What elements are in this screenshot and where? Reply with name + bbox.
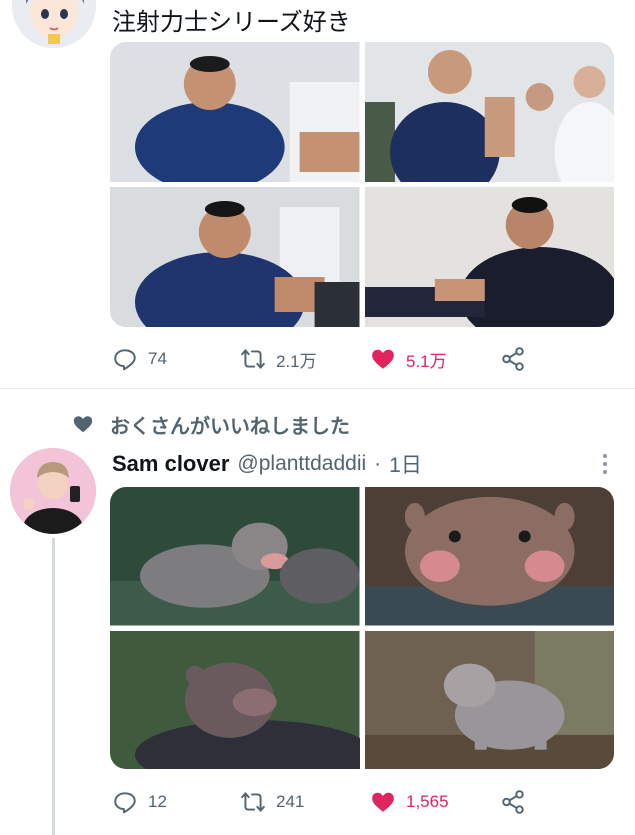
thread-line [52,538,55,835]
retweet-button[interactable]: 241 [240,787,304,817]
like-button[interactable]: 5.1万 [370,344,447,374]
social-context-label: おくさんがいいねしました [110,413,350,438]
reply-button[interactable]: 74 [112,344,167,374]
retweet-icon [241,349,265,369]
tweet-image[interactable] [110,42,360,182]
share-icon [502,347,524,371]
reply-icon [114,349,136,371]
heart-icon [372,792,394,812]
social-context[interactable]: おくさんがいいねしました [72,410,350,438]
like-count: 1,565 [406,792,449,811]
timestamp[interactable]: 1日 [389,449,422,479]
tweet-image[interactable] [110,487,360,626]
share-button[interactable] [500,787,526,817]
tweet-image[interactable] [364,487,614,626]
tweet-image[interactable] [110,187,360,327]
share-button[interactable] [500,344,526,374]
handle[interactable]: @planttdaddii [237,452,366,476]
reply-button[interactable]: 12 [112,787,167,817]
display-name[interactable]: Sam clover [112,451,229,477]
tweet-text: 注射力士シリーズ好き [112,8,351,36]
separator: · [374,452,382,475]
reply-count: 74 [148,349,167,368]
like-count: 5.1万 [406,351,447,371]
more-icon [603,454,607,474]
tweet-image[interactable] [364,630,614,769]
tweet-image[interactable] [364,42,614,182]
retweet-count: 2.1万 [276,351,317,371]
tweet-image[interactable] [364,187,614,327]
heart-icon [73,416,93,433]
share-icon [502,790,524,814]
heart-icon [372,349,394,369]
divider [0,388,635,389]
tweet-image[interactable] [110,630,360,769]
media-grid [110,487,614,769]
retweet-count: 241 [276,792,305,811]
avatar[interactable] [10,448,96,534]
like-button[interactable]: 1,565 [370,787,449,817]
reply-count: 12 [148,792,167,811]
tweet-actions: 74 2.1万 5.1万 [112,344,542,374]
tweet[interactable]: 注射力士シリーズ好き 74 2.1万 5.1万 [0,0,635,388]
media-grid [110,42,614,327]
more-button[interactable] [595,452,615,476]
retweet-icon [241,792,265,812]
tweet-header: Sam clover @planttdaddii · 1日 [112,448,422,480]
tweet-actions: 12 241 1,565 [112,787,542,817]
avatar[interactable] [12,0,96,48]
retweet-button[interactable]: 2.1万 [240,344,317,374]
tweet[interactable]: おくさんがいいねしました Sam clover @planttdaddii · … [0,388,635,835]
reply-icon [114,792,136,814]
